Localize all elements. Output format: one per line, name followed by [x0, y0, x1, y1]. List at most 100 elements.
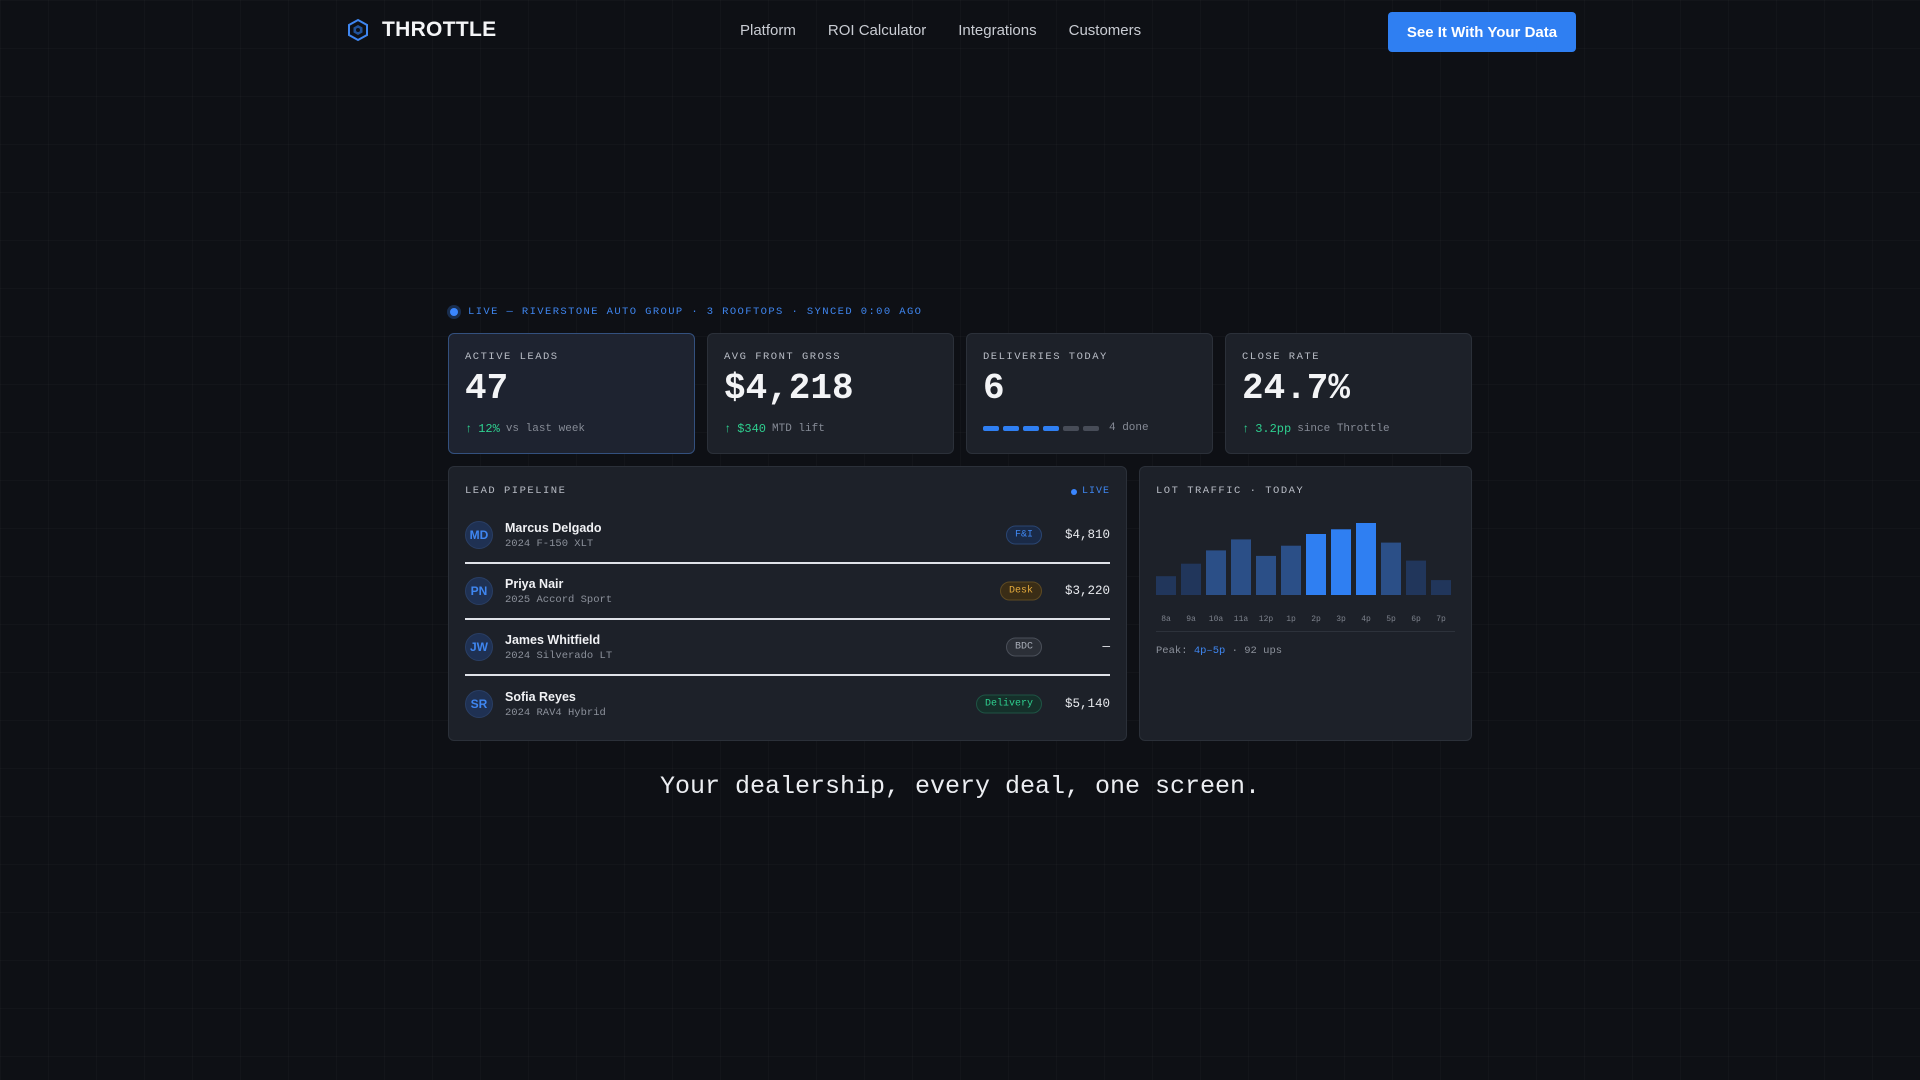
stat-value: $4,218	[724, 368, 854, 409]
progress-segment	[1003, 425, 1019, 431]
traffic-tick-label: 5p	[1386, 615, 1396, 624]
lead-vehicle: 2024 Silverado LT	[505, 649, 613, 662]
top-nav: THROTTLE Platform ROI Calculator Integra…	[0, 0, 1920, 64]
stat-note: MTD lift	[772, 423, 825, 435]
traffic-tick-label: 10a	[1209, 615, 1224, 624]
nav-link-roi-calculator[interactable]: ROI Calculator	[828, 22, 926, 39]
arrow-up-icon: ↑	[465, 422, 473, 436]
arrow-up-icon: ↑	[724, 422, 732, 436]
avatar: JW	[465, 633, 493, 661]
lead-row[interactable]: JW James Whitfield 2024 Silverado LT BDC…	[465, 620, 1110, 676]
traffic-bar-6p	[1406, 560, 1426, 595]
progress-segment	[1083, 425, 1099, 431]
stat-card-active-leads[interactable]: ACTIVE LEADS 47 ↑ 12% vs last week	[448, 333, 695, 454]
traffic-bar-1p	[1281, 545, 1301, 595]
stat-note: vs last week	[505, 423, 586, 435]
stat-card-deliveries-today[interactable]: DELIVERIES TODAY 6 4 done	[966, 333, 1213, 454]
lead-amount: $5,140	[1064, 697, 1110, 711]
live-dot-icon	[1070, 488, 1077, 495]
peak-summary: Peak: 4p–5p · 92 ups	[1156, 645, 1282, 657]
live-dot-icon	[450, 308, 458, 316]
lead-name: Sofia Reyes	[505, 689, 576, 704]
live-status-line: LIVE — RIVERSTONE AUTO GROUP · 3 ROOFTOP…	[450, 306, 922, 318]
traffic-bar-3p	[1331, 529, 1351, 595]
lead-amount: $3,220	[1064, 584, 1110, 598]
nav-links: Platform ROI Calculator Integrations Cus…	[740, 22, 1141, 39]
lead-name: Priya Nair	[505, 576, 564, 591]
hero-tagline: Your dealership, every deal, one screen.	[659, 772, 1261, 801]
traffic-tick-label: 6p	[1411, 615, 1421, 624]
stat-label: CLOSE RATE	[1242, 351, 1321, 363]
stat-note: since Throttle	[1297, 423, 1390, 435]
lead-vehicle: 2024 F-150 XLT	[505, 537, 594, 550]
stat-delta: $340	[737, 422, 767, 436]
avatar: MD	[465, 521, 493, 549]
stat-value: 6	[983, 368, 1005, 409]
lead-amount: $4,810	[1064, 528, 1110, 542]
traffic-bar-11a	[1231, 539, 1251, 595]
stat-note: 4 done	[1109, 422, 1149, 434]
stat-footer: 4 done	[983, 422, 1196, 434]
live-badge: LIVE	[1070, 486, 1110, 497]
stat-footer: ↑ 12% vs last week	[465, 422, 678, 436]
avatar: PN	[465, 577, 493, 605]
nav-link-integrations[interactable]: Integrations	[958, 22, 1036, 39]
stat-delta: 3.2pp	[1255, 422, 1292, 436]
hexagon-logo-icon	[348, 18, 368, 42]
traffic-tick-label: 12p	[1259, 615, 1274, 624]
progress-segment	[1063, 425, 1079, 431]
stat-label: ACTIVE LEADS	[465, 351, 559, 363]
lead-vehicle: 2025 Accord Sport	[505, 593, 613, 606]
live-status-text: LIVE — RIVERSTONE AUTO GROUP · 3 ROOFTOP…	[468, 306, 923, 318]
stat-value: 47	[465, 368, 509, 409]
traffic-bar-9a	[1181, 563, 1201, 595]
lot-traffic-panel: LOT TRAFFIC · TODAY 8a 9a 10a 11a 12p 1p 2p 3p 4…	[1139, 466, 1472, 741]
stage-badge: Desk	[999, 581, 1042, 601]
brand-name: THROTTLE	[382, 18, 497, 41]
arrow-up-icon: ↑	[1242, 422, 1250, 436]
see-it-with-your-data-button[interactable]: See It With Your Data	[1388, 12, 1576, 52]
traffic-tick-label: 2p	[1311, 615, 1321, 624]
lead-row[interactable]: MD Marcus Delgado 2024 F-150 XLT F&I $4,…	[465, 508, 1110, 564]
panel-title: LOT TRAFFIC · TODAY	[1156, 485, 1305, 497]
panel-title: LEAD PIPELINE	[465, 485, 567, 497]
progress-segment	[1043, 425, 1059, 431]
nav-link-platform[interactable]: Platform	[740, 22, 796, 39]
brand[interactable]: THROTTLE	[346, 18, 496, 42]
peak-window: 4p–5p	[1193, 645, 1226, 657]
traffic-bar-8a	[1156, 576, 1176, 595]
lead-vehicle: 2024 RAV4 Hybrid	[505, 706, 606, 719]
stat-footer: ↑ 3.2pp since Throttle	[1242, 422, 1455, 436]
stat-label: DELIVERIES TODAY	[983, 351, 1108, 363]
lead-row[interactable]: PN Priya Nair 2025 Accord Sport Desk $3,…	[465, 564, 1110, 620]
stat-label: AVG FRONT GROSS	[724, 351, 842, 363]
stat-card-close-rate[interactable]: CLOSE RATE 24.7% ↑ 3.2pp since Throttle	[1225, 333, 1472, 454]
traffic-tick-label: 9a	[1186, 615, 1196, 624]
delivery-progress-bar	[983, 425, 1099, 431]
nav-link-customers[interactable]: Customers	[1069, 22, 1142, 39]
progress-segment	[1023, 425, 1039, 431]
traffic-bar-2p	[1306, 534, 1326, 595]
lead-row[interactable]: SR Sofia Reyes 2024 RAV4 Hybrid Delivery…	[465, 676, 1110, 732]
lead-name: Marcus Delgado	[505, 520, 602, 535]
divider	[1156, 631, 1455, 632]
stat-delta: 12%	[478, 422, 500, 436]
lead-amount: —	[1102, 640, 1110, 654]
traffic-tick-label: 7p	[1436, 615, 1446, 624]
peak-suffix: · 92 ups	[1231, 645, 1283, 657]
traffic-tick-label: 8a	[1161, 615, 1171, 624]
lead-name: James Whitfield	[505, 632, 601, 647]
traffic-bar-7p	[1431, 580, 1451, 595]
traffic-tick-label: 11a	[1234, 615, 1249, 624]
stage-badge: F&I	[1005, 525, 1042, 545]
traffic-bar-10a	[1206, 550, 1226, 595]
progress-segment	[983, 425, 999, 431]
stat-value: 24.7%	[1242, 368, 1351, 409]
traffic-tick-label: 1p	[1286, 615, 1296, 624]
traffic-bar-12p	[1256, 555, 1276, 595]
stat-card-avg-front-gross[interactable]: AVG FRONT GROSS $4,218 ↑ $340 MTD lift	[707, 333, 954, 454]
stage-badge: Delivery	[975, 694, 1042, 714]
traffic-tick-label: 4p	[1361, 615, 1371, 624]
peak-prefix: Peak:	[1156, 645, 1188, 657]
stage-badge: BDC	[1005, 637, 1042, 657]
